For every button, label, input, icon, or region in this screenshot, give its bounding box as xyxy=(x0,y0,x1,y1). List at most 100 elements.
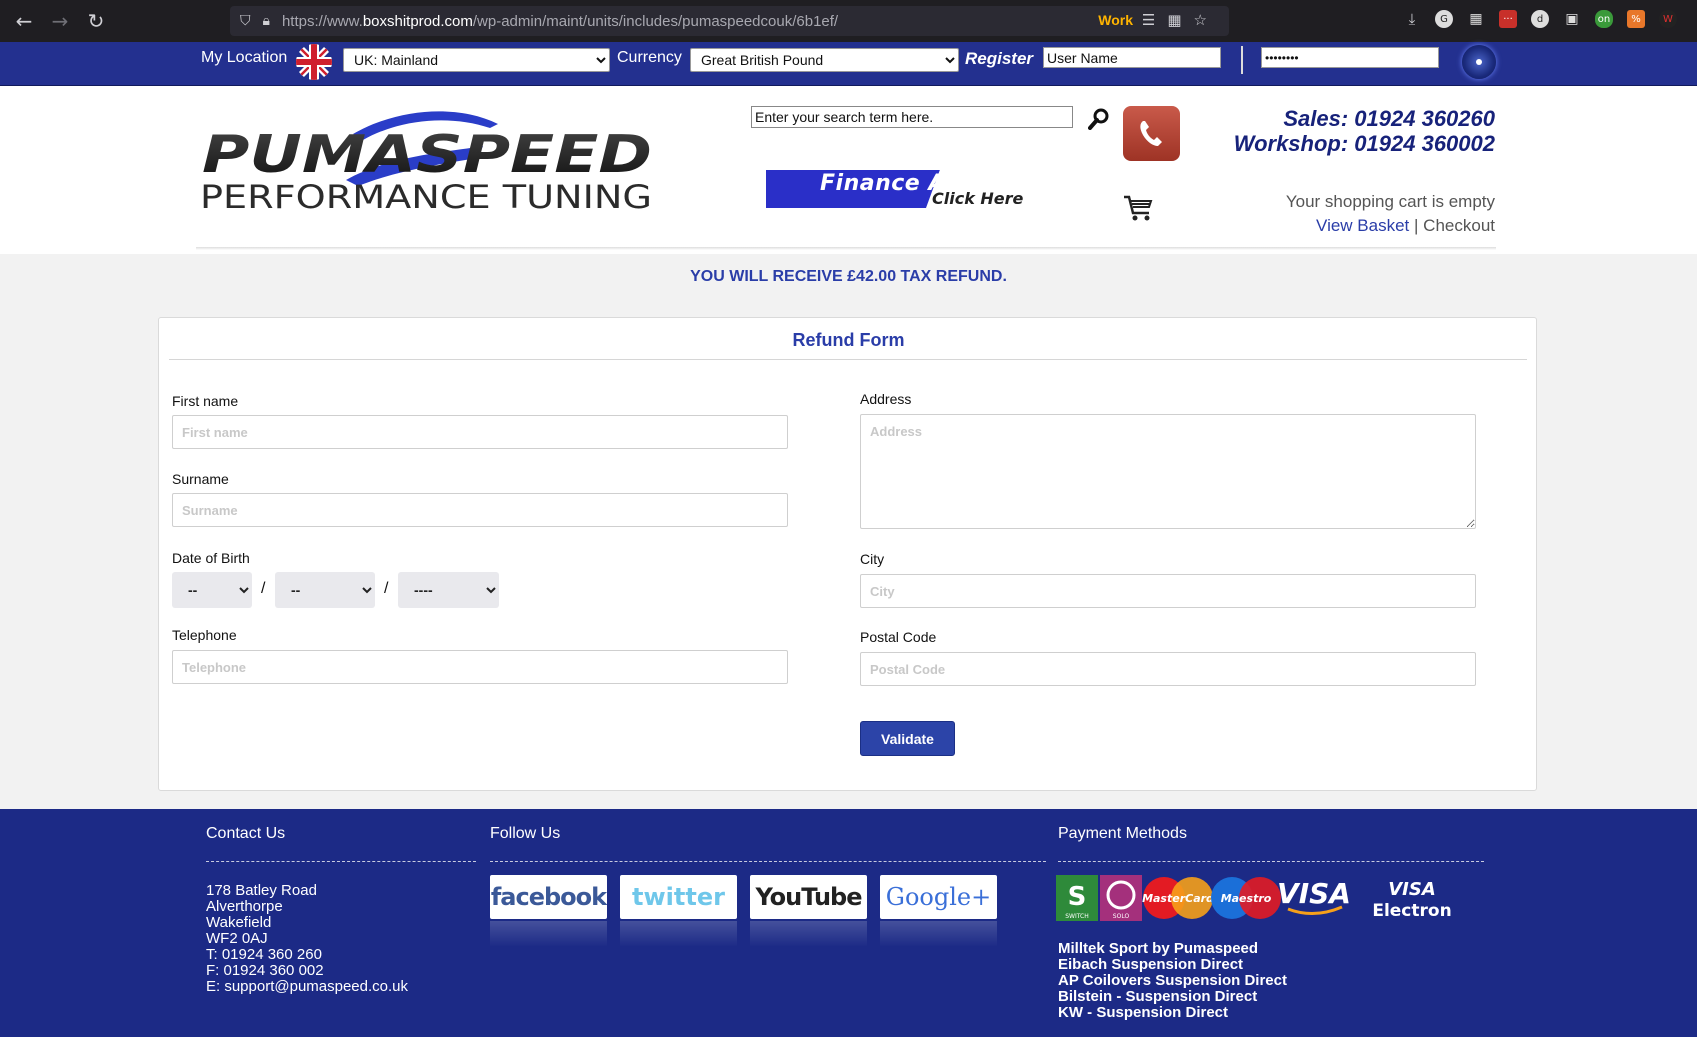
follow-heading: Follow Us xyxy=(490,825,561,842)
phone-button[interactable] xyxy=(1123,106,1180,161)
container-label[interactable]: Work xyxy=(1098,12,1133,28)
grammarly-icon[interactable]: G xyxy=(1435,10,1453,28)
visa-card-icon: VISA xyxy=(1277,877,1351,915)
download-icon[interactable]: ⤓ xyxy=(1403,10,1421,28)
back-icon[interactable]: ← xyxy=(6,0,42,42)
refund-form-card: Refund Form First name Surname Date of B… xyxy=(158,317,1537,791)
url-text[interactable]: https://www.boxshitprod.com/wp-admin/mai… xyxy=(282,13,838,30)
youtube-link[interactable]: YouTube xyxy=(750,875,867,919)
dob-label: Date of Birth xyxy=(172,550,250,566)
dob-separator: / xyxy=(384,580,389,597)
cart-status-text: Your shopping cart is empty xyxy=(1285,192,1495,211)
brand-link-bilstein[interactable]: Bilstein - Suspension Direct xyxy=(1058,989,1287,1005)
email-line[interactable]: E: support@pumaspeed.co.uk xyxy=(206,979,408,995)
address-field[interactable] xyxy=(860,414,1476,529)
postal-code-field[interactable] xyxy=(860,652,1476,686)
screenshot-icon[interactable]: ▣ xyxy=(1563,10,1581,28)
brand-link-ap-coilovers[interactable]: AP Coilovers Suspension Direct xyxy=(1058,973,1287,989)
dob-day-select[interactable]: -- xyxy=(172,572,252,608)
lastpass-icon[interactable]: ··· xyxy=(1499,10,1517,28)
svg-text:SOLO: SOLO xyxy=(1113,913,1130,920)
visa-electron-card-icon: VISA Electron xyxy=(1372,879,1451,921)
view-basket-link[interactable]: View Basket xyxy=(1316,216,1409,235)
svg-text:Maestro: Maestro xyxy=(1221,892,1272,905)
first-name-field[interactable] xyxy=(172,415,788,449)
telephone-line: T: 01924 360 260 xyxy=(206,946,322,963)
shield-icon[interactable]: ⛉ xyxy=(240,13,251,29)
contact-divider xyxy=(206,861,476,862)
register-link[interactable]: Register xyxy=(965,49,1033,69)
validate-button[interactable]: Validate xyxy=(860,721,955,756)
brand-link-kw[interactable]: KW - Suspension Direct xyxy=(1058,1005,1287,1021)
site-header: PUMASPEED PERFORMANCE TUNING Finance Ava… xyxy=(0,86,1697,254)
mastercard-icon: MasterCard xyxy=(1142,877,1214,919)
phone-icon xyxy=(1140,121,1162,146)
address-line: Wakefield xyxy=(206,914,272,931)
reload-icon[interactable]: ↻ xyxy=(78,0,114,42)
svg-text:SWITCH: SWITCH xyxy=(1065,913,1089,920)
follow-divider xyxy=(490,861,1046,862)
cart-summary: Your shopping cart is empty View Basket … xyxy=(1286,190,1495,238)
checkout-link[interactable]: Checkout xyxy=(1423,216,1495,235)
postal-code-label: Postal Code xyxy=(860,629,937,645)
switch-card-icon: S SWITCH xyxy=(1056,875,1098,921)
brand-links: Milltek Sport by Pumaspeed Eibach Suspen… xyxy=(1058,941,1287,1021)
forward-icon[interactable]: → xyxy=(42,0,78,42)
brand-link-eibach[interactable]: Eibach Suspension Direct xyxy=(1058,957,1287,973)
finance-subtitle: Click Here xyxy=(932,189,1024,208)
telephone-field[interactable] xyxy=(172,650,788,684)
currency-select[interactable]: Great British Pound xyxy=(690,48,959,72)
address-line: 178 Batley Road xyxy=(206,882,317,899)
svg-text:MasterCard: MasterCard xyxy=(1142,892,1214,905)
payment-heading: Payment Methods xyxy=(1058,825,1187,842)
location-label: My Location xyxy=(201,49,288,66)
contact-heading: Contact Us xyxy=(206,825,286,842)
finance-banner[interactable]: Finance Available Click Here xyxy=(766,170,1072,208)
svg-text:PERFORMANCE TUNING: PERFORMANCE TUNING xyxy=(200,178,652,216)
twitter-link[interactable]: twitter xyxy=(620,875,737,919)
workshop-phone: Workshop: 01924 360002 xyxy=(1233,131,1495,156)
form-title: Refund Form xyxy=(792,330,905,350)
form-title-divider xyxy=(169,359,1527,360)
address-label: Address xyxy=(860,391,912,407)
surname-label: Surname xyxy=(172,471,229,487)
first-name-label: First name xyxy=(172,393,239,409)
brand-link-milltek[interactable]: Milltek Sport by Pumaspeed xyxy=(1058,941,1287,957)
google-plus-link[interactable]: Google+ xyxy=(880,875,997,919)
password-field[interactable] xyxy=(1261,47,1439,68)
percent-icon[interactable]: % xyxy=(1627,10,1645,28)
toggle-icon[interactable]: on xyxy=(1595,10,1613,28)
currency-label: Currency xyxy=(617,49,682,66)
d-icon[interactable]: d xyxy=(1531,10,1549,28)
search-input[interactable] xyxy=(751,106,1073,128)
w-icon[interactable]: W xyxy=(1659,10,1677,28)
login-button[interactable] xyxy=(1462,45,1496,79)
search-icon[interactable] xyxy=(1088,108,1110,130)
facebook-link[interactable]: facebook xyxy=(490,875,607,919)
svg-text:Electron: Electron xyxy=(1372,901,1451,921)
svg-text:S: S xyxy=(1068,882,1087,912)
city-field[interactable] xyxy=(860,574,1476,608)
pumaspeed-logo[interactable]: PUMASPEED PERFORMANCE TUNING xyxy=(198,106,658,216)
topbar-divider xyxy=(1241,46,1243,74)
site-footer: Contact Us Follow Us Payment Methods 178… xyxy=(0,809,1697,1037)
url-bar-icons[interactable]: ☰▦☆ xyxy=(1142,11,1219,29)
tax-refund-notice: YOU WILL RECEIVE £42.00 TAX REFUND. xyxy=(690,268,1007,285)
maestro-card-icon: Maestro xyxy=(1211,877,1281,919)
link-separator: | xyxy=(1414,216,1419,235)
location-select[interactable]: UK: Mainland xyxy=(343,48,610,72)
grid-icon[interactable]: ▦ xyxy=(1467,10,1485,28)
payment-cards: S SWITCH SOLO MasterCard Maestro VISA VI… xyxy=(1056,875,1452,921)
cart-icon[interactable] xyxy=(1123,194,1153,222)
lock-icon[interactable]: 🔒︎ xyxy=(263,13,270,29)
dob-month-select[interactable]: -- xyxy=(275,572,375,608)
header-divider xyxy=(196,247,1496,250)
dob-year-select[interactable]: ---- xyxy=(398,572,499,608)
username-field[interactable] xyxy=(1043,47,1221,68)
sales-phone: Sales: 01924 360260 xyxy=(1283,106,1495,131)
address-line: WF2 0AJ xyxy=(206,930,268,947)
svg-text:VISA: VISA xyxy=(1388,879,1436,900)
url-bar[interactable]: ⛉ 🔒︎ https://www.boxshitprod.com/wp-admi… xyxy=(230,6,1229,36)
dob-separator: / xyxy=(261,580,266,597)
surname-field[interactable] xyxy=(172,493,788,527)
